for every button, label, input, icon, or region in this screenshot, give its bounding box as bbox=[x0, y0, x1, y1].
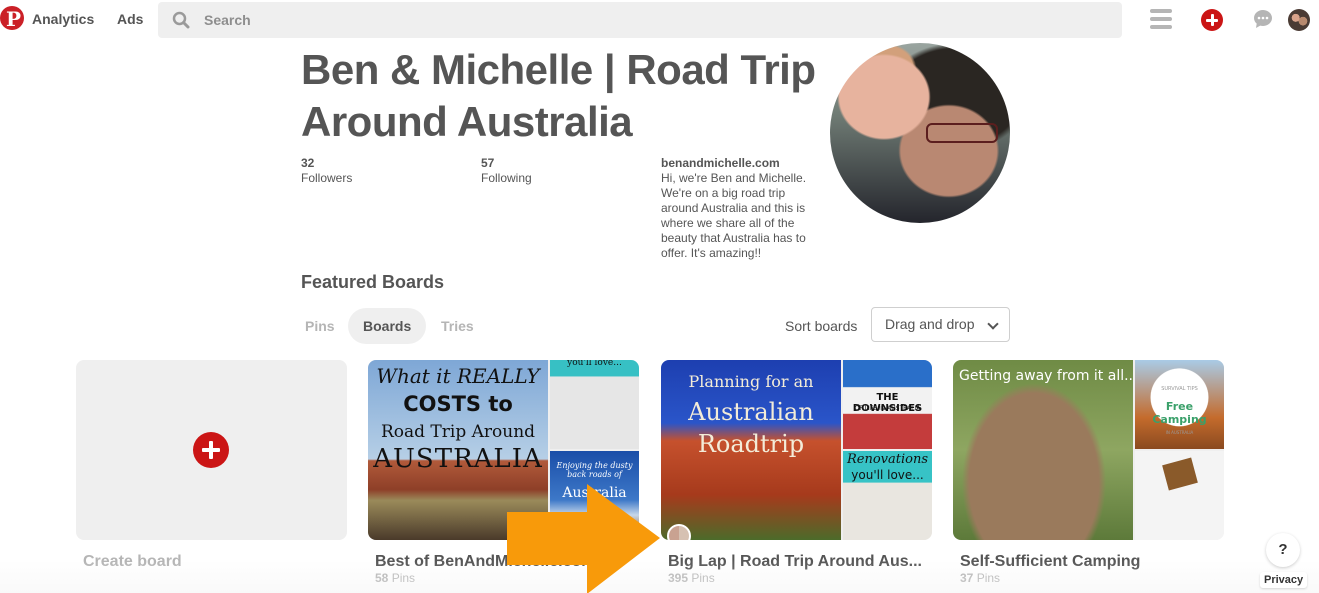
search-icon bbox=[172, 11, 190, 29]
thumb-text: Renovations bbox=[846, 452, 929, 467]
top-nav: P Analytics Ads bbox=[0, 0, 1319, 40]
following-stat[interactable]: 57 Following bbox=[481, 156, 532, 186]
cover-text: AUSTRALIA bbox=[373, 444, 543, 474]
board-pin-count: 58 Pins bbox=[375, 571, 416, 585]
logo-glyph: P bbox=[6, 7, 22, 30]
pinterest-logo-icon[interactable]: P bbox=[0, 6, 24, 30]
board-thumb-image: you'll love... bbox=[550, 360, 639, 449]
add-icon[interactable] bbox=[1201, 9, 1223, 31]
sort-selected-value: Drag and drop bbox=[885, 316, 975, 332]
followers-label: Followers bbox=[301, 171, 353, 185]
board-owner-avatar bbox=[667, 524, 691, 540]
thumb-text: OF LIFE IN AUSTRALIA bbox=[854, 405, 921, 412]
board-thumb-image bbox=[1135, 451, 1224, 540]
profile-bio: Hi, we're Ben and Michelle. We're on a b… bbox=[661, 171, 807, 260]
thumb-text: you'll love... bbox=[851, 468, 924, 482]
board-pin-count: 37 Pins bbox=[960, 571, 1001, 585]
profile-photo bbox=[830, 43, 1010, 223]
thumb-text: Camping bbox=[1152, 413, 1207, 426]
followers-stat[interactable]: 32 Followers bbox=[301, 156, 352, 186]
board-name[interactable]: Self-Sufficient Camping bbox=[960, 553, 1140, 571]
featured-boards-heading: Featured Boards bbox=[301, 272, 445, 292]
sort-boards-label: Sort boards bbox=[785, 318, 858, 334]
user-avatar[interactable] bbox=[1288, 9, 1310, 31]
create-board-label[interactable]: Create board bbox=[83, 553, 182, 571]
board-name[interactable]: Big Lap | Road Trip Around Aus... bbox=[668, 553, 922, 571]
board-cover[interactable]: Planning for an Australian Roadtrip THE … bbox=[661, 360, 932, 540]
cover-text: Australian bbox=[688, 398, 814, 426]
search-bar[interactable] bbox=[158, 2, 1122, 38]
search-input[interactable] bbox=[204, 2, 1104, 38]
profile-about: benandmichelle.com Hi, we're Ben and Mic… bbox=[661, 156, 821, 261]
cover-text: What it REALLY bbox=[376, 364, 540, 388]
board-cover-main-image: Getting away from it all... bbox=[953, 360, 1133, 540]
board-thumb-image: SURVIVAL TIPS Free Camping IN AUSTRALIA bbox=[1135, 360, 1224, 449]
messages-icon[interactable] bbox=[1253, 9, 1273, 29]
thumb-text: IN AUSTRALIA bbox=[1165, 430, 1194, 435]
cover-text: COSTS to bbox=[403, 392, 513, 416]
board-thumb-image: Renovations you'll love... bbox=[843, 451, 932, 540]
followers-count: 32 bbox=[301, 156, 315, 170]
tab-tries[interactable]: Tries bbox=[426, 308, 489, 344]
profile-title: Ben & Michelle | Road Trip Around Austra… bbox=[301, 46, 816, 145]
nav-ads-link[interactable]: Ads bbox=[117, 11, 143, 27]
annotation-arrow-icon bbox=[507, 484, 660, 593]
board-pin-count: 395 Pins bbox=[668, 571, 715, 585]
cover-text: Getting away from it all... bbox=[959, 368, 1133, 384]
website-link[interactable]: benandmichelle.com bbox=[661, 156, 821, 171]
nav-analytics-link[interactable]: Analytics bbox=[32, 11, 94, 27]
sort-boards-select[interactable]: Drag and drop bbox=[871, 307, 1010, 342]
thumb-text: Free bbox=[1165, 400, 1194, 413]
thumb-text: you'll love... bbox=[567, 360, 622, 368]
board-card[interactable]: Getting away from it all... SURVIVAL TIP… bbox=[953, 360, 1224, 585]
tab-boards[interactable]: Boards bbox=[348, 308, 427, 344]
following-count: 57 bbox=[481, 156, 495, 170]
privacy-link[interactable]: Privacy bbox=[1260, 572, 1308, 588]
create-board-card[interactable]: Create board bbox=[76, 360, 347, 570]
cover-text: Planning for an bbox=[688, 372, 814, 391]
add-board-icon[interactable] bbox=[193, 432, 229, 468]
following-label: Following bbox=[481, 171, 532, 185]
tab-pins[interactable]: Pins bbox=[290, 308, 350, 344]
cover-text: Road Trip Around bbox=[380, 422, 536, 442]
thumb-text: Enjoying the dusty back roads of bbox=[556, 461, 633, 479]
menu-icon[interactable] bbox=[1150, 9, 1172, 29]
board-thumb-image: THE DOWNSIDES OF LIFE IN AUSTRALIA bbox=[843, 360, 932, 449]
chevron-down-icon bbox=[987, 318, 999, 330]
cover-text: Roadtrip bbox=[697, 430, 805, 458]
create-board-cover[interactable] bbox=[76, 360, 347, 540]
help-button[interactable]: ? bbox=[1266, 533, 1300, 567]
board-card[interactable]: Planning for an Australian Roadtrip THE … bbox=[661, 360, 932, 585]
thumb-text: SURVIVAL TIPS bbox=[1161, 386, 1198, 392]
board-cover-main-image: Planning for an Australian Roadtrip bbox=[661, 360, 841, 540]
board-cover[interactable]: Getting away from it all... SURVIVAL TIP… bbox=[953, 360, 1224, 540]
